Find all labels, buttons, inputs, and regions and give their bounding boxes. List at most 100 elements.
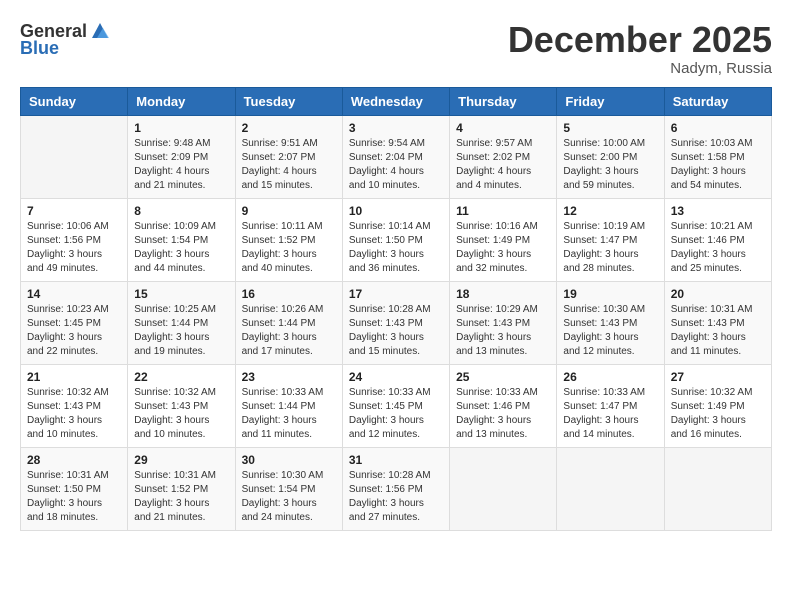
calendar-cell: 8 Sunrise: 10:09 AM Sunset: 1:54 PM Dayl… (128, 198, 235, 281)
day-number: 13 (671, 204, 765, 218)
day-number: 28 (27, 453, 121, 467)
calendar-week-row: 21 Sunrise: 10:32 AM Sunset: 1:43 PM Day… (21, 364, 772, 447)
day-number: 30 (242, 453, 336, 467)
calendar-cell: 7 Sunrise: 10:06 AM Sunset: 1:56 PM Dayl… (21, 198, 128, 281)
day-info: Sunrise: 10:25 AM Sunset: 1:44 PM Daylig… (134, 303, 228, 359)
calendar-week-row: 28 Sunrise: 10:31 AM Sunset: 1:50 PM Day… (21, 447, 772, 530)
day-info: Sunrise: 10:26 AM Sunset: 1:44 PM Daylig… (242, 303, 336, 359)
day-number: 26 (563, 370, 657, 384)
calendar-cell: 21 Sunrise: 10:32 AM Sunset: 1:43 PM Day… (21, 364, 128, 447)
day-info: Sunrise: 10:14 AM Sunset: 1:50 PM Daylig… (349, 220, 443, 276)
calendar-cell: 22 Sunrise: 10:32 AM Sunset: 1:43 PM Day… (128, 364, 235, 447)
calendar-cell (450, 447, 557, 530)
day-info: Sunrise: 10:31 AM Sunset: 1:50 PM Daylig… (27, 469, 121, 525)
day-number: 16 (242, 287, 336, 301)
calendar-cell (664, 447, 771, 530)
day-info: Sunrise: 10:32 AM Sunset: 1:43 PM Daylig… (134, 386, 228, 442)
day-number: 21 (27, 370, 121, 384)
day-info: Sunrise: 10:32 AM Sunset: 1:43 PM Daylig… (27, 386, 121, 442)
calendar-cell: 18 Sunrise: 10:29 AM Sunset: 1:43 PM Day… (450, 281, 557, 364)
calendar-cell: 3 Sunrise: 9:54 AM Sunset: 2:04 PM Dayli… (342, 115, 449, 198)
weekday-header-tuesday: Tuesday (235, 87, 342, 115)
calendar-cell: 29 Sunrise: 10:31 AM Sunset: 1:52 PM Day… (128, 447, 235, 530)
day-info: Sunrise: 10:06 AM Sunset: 1:56 PM Daylig… (27, 220, 121, 276)
calendar-cell: 10 Sunrise: 10:14 AM Sunset: 1:50 PM Day… (342, 198, 449, 281)
day-info: Sunrise: 10:09 AM Sunset: 1:54 PM Daylig… (134, 220, 228, 276)
day-number: 8 (134, 204, 228, 218)
logo: General Blue (20, 20, 111, 59)
calendar-cell: 24 Sunrise: 10:33 AM Sunset: 1:45 PM Day… (342, 364, 449, 447)
day-info: Sunrise: 10:33 AM Sunset: 1:45 PM Daylig… (349, 386, 443, 442)
day-info: Sunrise: 10:33 AM Sunset: 1:44 PM Daylig… (242, 386, 336, 442)
location: Nadym, Russia (508, 60, 772, 77)
day-number: 29 (134, 453, 228, 467)
day-number: 23 (242, 370, 336, 384)
day-info: Sunrise: 10:03 AM Sunset: 1:58 PM Daylig… (671, 137, 765, 193)
calendar-cell: 15 Sunrise: 10:25 AM Sunset: 1:44 PM Day… (128, 281, 235, 364)
calendar-cell: 4 Sunrise: 9:57 AM Sunset: 2:02 PM Dayli… (450, 115, 557, 198)
day-number: 9 (242, 204, 336, 218)
calendar-cell: 9 Sunrise: 10:11 AM Sunset: 1:52 PM Dayl… (235, 198, 342, 281)
calendar-cell: 20 Sunrise: 10:31 AM Sunset: 1:43 PM Day… (664, 281, 771, 364)
day-info: Sunrise: 10:19 AM Sunset: 1:47 PM Daylig… (563, 220, 657, 276)
day-number: 20 (671, 287, 765, 301)
calendar-cell: 28 Sunrise: 10:31 AM Sunset: 1:50 PM Day… (21, 447, 128, 530)
weekday-header-saturday: Saturday (664, 87, 771, 115)
day-number: 17 (349, 287, 443, 301)
calendar-cell: 17 Sunrise: 10:28 AM Sunset: 1:43 PM Day… (342, 281, 449, 364)
day-info: Sunrise: 10:33 AM Sunset: 1:46 PM Daylig… (456, 386, 550, 442)
day-info: Sunrise: 10:32 AM Sunset: 1:49 PM Daylig… (671, 386, 765, 442)
calendar-cell: 5 Sunrise: 10:00 AM Sunset: 2:00 PM Dayl… (557, 115, 664, 198)
day-info: Sunrise: 10:23 AM Sunset: 1:45 PM Daylig… (27, 303, 121, 359)
day-info: Sunrise: 9:54 AM Sunset: 2:04 PM Dayligh… (349, 137, 443, 193)
calendar-cell: 19 Sunrise: 10:30 AM Sunset: 1:43 PM Day… (557, 281, 664, 364)
day-info: Sunrise: 10:28 AM Sunset: 1:43 PM Daylig… (349, 303, 443, 359)
calendar-cell: 26 Sunrise: 10:33 AM Sunset: 1:47 PM Day… (557, 364, 664, 447)
logo-icon (89, 20, 111, 42)
month-title: December 2025 (508, 20, 772, 60)
calendar-cell: 14 Sunrise: 10:23 AM Sunset: 1:45 PM Day… (21, 281, 128, 364)
calendar-cell: 6 Sunrise: 10:03 AM Sunset: 1:58 PM Dayl… (664, 115, 771, 198)
day-number: 24 (349, 370, 443, 384)
day-info: Sunrise: 10:29 AM Sunset: 1:43 PM Daylig… (456, 303, 550, 359)
calendar-cell: 12 Sunrise: 10:19 AM Sunset: 1:47 PM Day… (557, 198, 664, 281)
calendar-week-row: 1 Sunrise: 9:48 AM Sunset: 2:09 PM Dayli… (21, 115, 772, 198)
calendar-week-row: 7 Sunrise: 10:06 AM Sunset: 1:56 PM Dayl… (21, 198, 772, 281)
day-number: 25 (456, 370, 550, 384)
calendar-cell: 23 Sunrise: 10:33 AM Sunset: 1:44 PM Day… (235, 364, 342, 447)
day-number: 1 (134, 121, 228, 135)
calendar-cell: 1 Sunrise: 9:48 AM Sunset: 2:09 PM Dayli… (128, 115, 235, 198)
day-number: 12 (563, 204, 657, 218)
day-number: 11 (456, 204, 550, 218)
day-number: 7 (27, 204, 121, 218)
day-info: Sunrise: 10:30 AM Sunset: 1:54 PM Daylig… (242, 469, 336, 525)
title-block: December 2025 Nadym, Russia (508, 20, 772, 77)
calendar-cell: 11 Sunrise: 10:16 AM Sunset: 1:49 PM Day… (450, 198, 557, 281)
calendar-cell: 31 Sunrise: 10:28 AM Sunset: 1:56 PM Day… (342, 447, 449, 530)
day-number: 2 (242, 121, 336, 135)
page-header: General Blue December 2025 Nadym, Russia (20, 20, 772, 77)
weekday-header-sunday: Sunday (21, 87, 128, 115)
weekday-header-friday: Friday (557, 87, 664, 115)
day-info: Sunrise: 10:21 AM Sunset: 1:46 PM Daylig… (671, 220, 765, 276)
day-number: 22 (134, 370, 228, 384)
calendar-cell: 16 Sunrise: 10:26 AM Sunset: 1:44 PM Day… (235, 281, 342, 364)
day-number: 10 (349, 204, 443, 218)
day-number: 27 (671, 370, 765, 384)
calendar-cell: 13 Sunrise: 10:21 AM Sunset: 1:46 PM Day… (664, 198, 771, 281)
day-info: Sunrise: 10:31 AM Sunset: 1:43 PM Daylig… (671, 303, 765, 359)
day-number: 6 (671, 121, 765, 135)
day-info: Sunrise: 10:16 AM Sunset: 1:49 PM Daylig… (456, 220, 550, 276)
day-info: Sunrise: 10:00 AM Sunset: 2:00 PM Daylig… (563, 137, 657, 193)
day-info: Sunrise: 10:31 AM Sunset: 1:52 PM Daylig… (134, 469, 228, 525)
day-info: Sunrise: 9:51 AM Sunset: 2:07 PM Dayligh… (242, 137, 336, 193)
calendar-cell: 2 Sunrise: 9:51 AM Sunset: 2:07 PM Dayli… (235, 115, 342, 198)
day-info: Sunrise: 10:33 AM Sunset: 1:47 PM Daylig… (563, 386, 657, 442)
day-info: Sunrise: 10:30 AM Sunset: 1:43 PM Daylig… (563, 303, 657, 359)
day-info: Sunrise: 10:11 AM Sunset: 1:52 PM Daylig… (242, 220, 336, 276)
day-number: 4 (456, 121, 550, 135)
calendar-cell (21, 115, 128, 198)
logo-blue-text: Blue (20, 38, 59, 59)
calendar-cell: 25 Sunrise: 10:33 AM Sunset: 1:46 PM Day… (450, 364, 557, 447)
day-info: Sunrise: 9:48 AM Sunset: 2:09 PM Dayligh… (134, 137, 228, 193)
